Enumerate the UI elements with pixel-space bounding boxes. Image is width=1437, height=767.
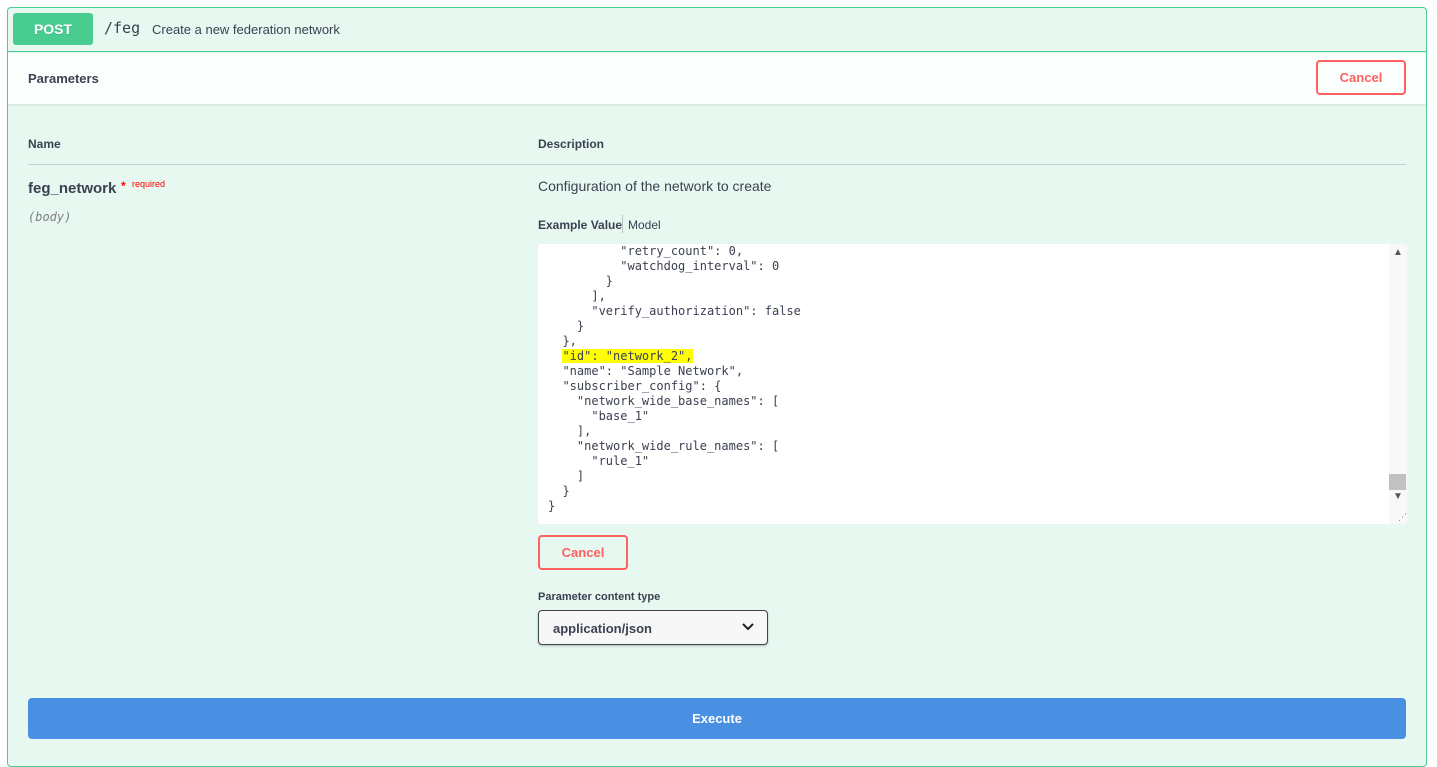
code-line: }: [548, 319, 585, 333]
code-line: }: [548, 484, 570, 498]
code-line: "network_wide_rule_names": [: [548, 439, 780, 453]
body-editor[interactable]: "retry_count": 0, "watchdog_interval": 0…: [538, 244, 1407, 524]
resize-grip-icon[interactable]: ⋰: [1398, 512, 1407, 523]
parameter-name: feg_network: [28, 180, 117, 197]
method-badge: POST: [13, 13, 93, 45]
code-line: ],: [548, 424, 592, 438]
code-line: "name": "Sample Network",: [548, 364, 744, 378]
code-line: "retry_count": 0,: [548, 244, 744, 258]
required-label: required: [132, 179, 166, 189]
scrollbar-thumb[interactable]: [1389, 474, 1406, 490]
execute-button[interactable]: Execute: [28, 698, 1406, 739]
code-line: "subscriber_config": {: [548, 379, 722, 393]
name-column-header: Name: [28, 137, 61, 151]
body-editor-viewport: "retry_count": 0, "watchdog_interval": 0…: [538, 244, 1388, 524]
description-column-header: Description: [538, 137, 605, 151]
code-line: "base_1": [548, 409, 650, 423]
scroll-down-icon[interactable]: ▼: [1393, 491, 1403, 502]
operation-summary[interactable]: POST /feg Create a new federation networ…: [8, 8, 1426, 52]
operation-block: POST /feg Create a new federation networ…: [7, 7, 1427, 767]
code-line: "verify_authorization": false: [548, 304, 801, 318]
required-star: *: [121, 179, 126, 193]
code-line: "rule_1": [548, 454, 650, 468]
operation-path: /feg: [104, 19, 141, 37]
code-line: ],: [548, 289, 606, 303]
content-type-select[interactable]: application/json: [538, 610, 768, 645]
operation-description: Create a new federation network: [152, 22, 340, 37]
code-line: }: [548, 499, 556, 513]
header-divider: [28, 164, 1406, 165]
code-line: ]: [548, 469, 585, 483]
parameter-description: Configuration of the network to create: [538, 178, 772, 194]
tab-model[interactable]: Model: [628, 218, 661, 232]
code-line: },: [548, 334, 577, 348]
scroll-up-icon[interactable]: ▲: [1393, 247, 1403, 258]
tab-divider: [622, 215, 623, 233]
code-line: "network_wide_base_names": [: [548, 394, 780, 408]
tab-example-value[interactable]: Example Value: [538, 218, 622, 232]
parameter-location: (body): [28, 210, 72, 224]
content-type-label: Parameter content type: [538, 591, 661, 603]
body-cancel-button[interactable]: Cancel: [538, 535, 628, 570]
code-line: "watchdog_interval": 0: [548, 259, 780, 273]
highlighted-text: "id": "network_2",: [562, 349, 693, 363]
code-line: "id": "network_2",: [548, 349, 693, 364]
cancel-button[interactable]: Cancel: [1316, 60, 1406, 95]
parameters-header: Parameters Cancel: [8, 53, 1426, 104]
code-line: }: [548, 274, 614, 288]
chevron-down-icon: [742, 623, 754, 631]
parameters-title: Parameters: [28, 71, 99, 86]
content-type-value: application/json: [553, 621, 652, 636]
